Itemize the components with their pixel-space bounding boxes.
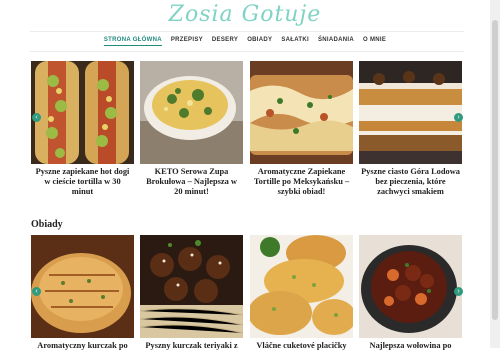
nav-item-obiady[interactable]: OBIADY <box>247 37 272 46</box>
main-nav: STRONA GŁÓWNA PRZEPISY DESERY OBIADY SAŁ… <box>0 37 490 46</box>
bread-chicken-photo[interactable] <box>31 235 134 338</box>
broccoli-soup-photo[interactable] <box>140 61 243 164</box>
featured-card[interactable]: Aromatyczne Zapiekane Tortille po Meksyk… <box>250 61 353 197</box>
chevron-left-icon[interactable]: ‹ <box>32 113 41 122</box>
card-title[interactable]: KETO Serowa Zupa Brokułowa – Najlepsza w… <box>140 167 243 197</box>
card-title[interactable]: Aromatyczne Zapiekane Tortille po Meksyk… <box>250 167 353 197</box>
card-title[interactable]: Pyszny kurczak teriyaki z <box>140 341 243 351</box>
featured-card[interactable]: Pyszne ciasto Góra Lodowa bez pieczenia,… <box>359 61 462 197</box>
obiady-card[interactable]: Aromatyczny kurczak po <box>31 235 134 351</box>
chevron-right-icon[interactable]: › <box>454 113 463 122</box>
zucchini-fritters-photo[interactable] <box>250 235 353 338</box>
chevron-left-icon[interactable]: ‹ <box>32 287 41 296</box>
card-title[interactable]: Najlepsza wołowina po <box>359 341 462 351</box>
layer-cake-photo[interactable] <box>359 61 462 164</box>
nav-divider-top <box>30 31 464 32</box>
scrollbar-thumb[interactable] <box>492 20 498 320</box>
obiady-card[interactable]: Vláčne cuketové placičky <box>250 235 353 351</box>
nav-item-sniadania[interactable]: ŚNIADANIA <box>318 37 354 46</box>
site-logo[interactable]: Zosia Gotuje <box>0 2 490 27</box>
card-title[interactable]: Vláčne cuketové placičky <box>250 341 353 351</box>
card-title[interactable]: Aromatyczny kurczak po <box>31 341 134 351</box>
beef-stew-photo[interactable] <box>359 235 462 338</box>
nav-item-przepisy[interactable]: PRZEPISY <box>171 37 203 46</box>
obiady-card[interactable]: Pyszny kurczak teriyaki z <box>140 235 243 351</box>
page-scrollbar[interactable] <box>490 0 500 348</box>
teriyaki-chicken-photo[interactable] <box>140 235 243 338</box>
chevron-right-icon[interactable]: › <box>454 287 463 296</box>
card-title[interactable]: Pyszne ciasto Góra Lodowa bez pieczenia,… <box>359 167 462 197</box>
featured-card[interactable]: Pyszne zapiekane hot dogi w cieście tort… <box>31 61 134 197</box>
nav-divider-bottom <box>30 51 464 52</box>
section-heading-obiady: Obiady <box>31 219 63 230</box>
nav-item-o-mnie[interactable]: O MNIE <box>363 37 386 46</box>
nav-item-strona-glowna[interactable]: STRONA GŁÓWNA <box>103 37 162 46</box>
nav-item-salatki[interactable]: SAŁATKI <box>281 37 309 46</box>
obiady-card[interactable]: Najlepsza wołowina po <box>359 235 462 351</box>
nav-item-desery[interactable]: DESERY <box>212 37 238 46</box>
featured-card[interactable]: KETO Serowa Zupa Brokułowa – Najlepsza w… <box>140 61 243 197</box>
baked-tortilla-photo[interactable] <box>250 61 353 164</box>
card-title[interactable]: Pyszne zapiekane hot dogi w cieście tort… <box>31 167 134 197</box>
hot-dog-tortilla-photo[interactable] <box>31 61 134 164</box>
